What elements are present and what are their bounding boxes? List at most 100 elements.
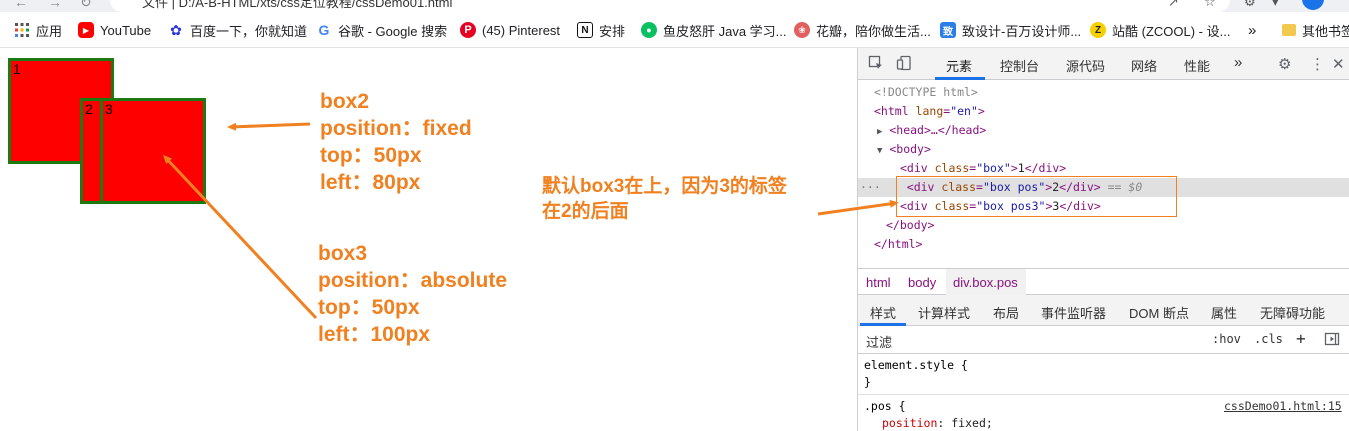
bookmark-apps[interactable]: 应用 <box>14 21 62 39</box>
element-style-selector[interactable]: element.style { <box>864 357 968 374</box>
bookmark-label: 应用 <box>36 23 63 39</box>
bookmark-label: 百度一下，你就知道 <box>190 23 308 39</box>
attr-value: "box" <box>976 161 1011 175</box>
tab-styles[interactable]: 样式 <box>870 303 896 322</box>
bookmark-youtube[interactable]: ▶ YouTube <box>78 21 151 39</box>
tag-text: </body> <box>886 218 935 232</box>
rule-divider <box>858 394 1349 395</box>
inspect-element-icon[interactable] <box>868 55 884 75</box>
tree-line-body-close[interactable]: </body> <box>858 216 1349 235</box>
tree-line-body[interactable]: ▼ <body> <box>858 140 1349 159</box>
more-chevron-icon: » <box>1248 21 1257 39</box>
bookmark-wechat[interactable]: ● 鱼皮怒肝 Java 学习... <box>641 21 787 39</box>
wechat-icon: ● <box>641 22 657 38</box>
bookmarks-bar: 应用 ▶ YouTube ✿ 百度一下，你就知道 G 谷歌 - Google 搜… <box>0 12 1349 48</box>
bookmark-label: 谷歌 - Google 搜索 <box>338 23 448 39</box>
forward-arrow-icon[interactable]: → <box>48 0 62 10</box>
attr-value: "en" <box>950 104 978 118</box>
hov-toggle-button[interactable]: :hov <box>1212 332 1241 346</box>
css-colon: : <box>937 416 952 430</box>
extensions-icon[interactable]: ⚙ <box>1244 0 1256 10</box>
annotation-line: position：absolute <box>318 269 507 292</box>
close-icon[interactable]: ✕ <box>1332 55 1345 73</box>
reload-icon[interactable]: ↻ <box>80 0 92 11</box>
tab-properties[interactable]: 属性 <box>1211 303 1237 322</box>
tab-sources[interactable]: 源代码 <box>1066 56 1105 75</box>
collapse-triangle-icon[interactable]: ▼ <box>877 146 882 156</box>
cls-toggle-button[interactable]: .cls <box>1254 332 1283 346</box>
box-label: 2 <box>85 101 93 117</box>
new-rule-button[interactable]: + <box>1296 329 1306 348</box>
css-value: fixed; <box>951 416 993 430</box>
bookmark-label: YouTube <box>100 22 152 38</box>
notion-icon: N <box>577 22 593 38</box>
devtools-tabbar: 元素 控制台 源代码 网络 性能 » ⚙ ⋮ ✕ <box>858 48 1349 80</box>
pinterest-icon: P <box>460 22 476 38</box>
pos-rule-selector[interactable]: .pos { <box>864 398 906 415</box>
pin-icon[interactable]: ▾ <box>1272 0 1279 10</box>
box-label: 1 <box>13 61 21 77</box>
youtube-icon: ▶ <box>78 22 94 38</box>
bookmark-notion[interactable]: N 安排 <box>577 21 625 39</box>
bookmark-label: (45) Pinterest <box>482 22 561 38</box>
filter-placeholder: 过滤 <box>866 335 893 350</box>
bookmark-pinterest[interactable]: P (45) Pinterest <box>460 21 560 39</box>
share-icon[interactable]: ↗ <box>1168 0 1179 10</box>
bookmark-zcool[interactable]: Z 站酷 (ZCOOL) - 设... <box>1090 21 1230 39</box>
bookmark-label: 其他书签 <box>1302 23 1349 39</box>
star-icon[interactable]: ☆ <box>1204 0 1216 10</box>
toggle-sidebar-icon[interactable] <box>1324 331 1340 350</box>
zcool-icon: Z <box>1090 22 1106 38</box>
tab-accessibility[interactable]: 无障碍功能 <box>1260 303 1325 322</box>
styles-filter-row: 过滤 :hov .cls + <box>858 326 1349 354</box>
attr-name: lang <box>915 104 944 118</box>
address-url[interactable]: 文件 | D:/A-B-HTML/xts/css定位教程/cssDemo01.h… <box>142 0 452 11</box>
breadcrumb-item-html[interactable]: html <box>866 275 891 290</box>
page-viewport: 1 2 3 box2 position：fixed top：50px left：… <box>0 48 857 431</box>
back-arrow-icon[interactable]: ← <box>14 0 28 10</box>
annotation-line: box2 <box>320 90 370 113</box>
tab-layout[interactable]: 布局 <box>993 303 1019 322</box>
bookmark-label: 花瓣，陪你做生活... <box>816 23 931 39</box>
browser-window: ← → ↻ 文件 | D:/A-B-HTML/xts/css定位教程/cssDe… <box>0 0 1349 431</box>
profile-avatar[interactable] <box>1302 0 1324 10</box>
gear-icon[interactable]: ⚙ <box>1278 55 1291 73</box>
tree-line-head[interactable]: ▶ <head>…</head> <box>858 121 1349 140</box>
bookmark-zhisheji[interactable]: 致 致设计-百万设计师... <box>940 21 1081 39</box>
tab-event-listeners[interactable]: 事件监听器 <box>1041 303 1106 322</box>
bookmark-other[interactable]: 其他书签 <box>1282 21 1349 39</box>
ellipsis-icon[interactable]: ··· <box>860 180 881 194</box>
tab-console[interactable]: 控制台 <box>1000 56 1039 75</box>
tab-computed[interactable]: 计算样式 <box>918 303 970 322</box>
tab-dom-breakpoints[interactable]: DOM 断点 <box>1129 303 1189 322</box>
filter-input[interactable]: 过滤 <box>858 326 1200 353</box>
bookmark-label: 鱼皮怒肝 Java 学习... <box>663 23 787 39</box>
annotation-line: left：80px <box>320 171 421 194</box>
tag-text: </html> <box>874 237 923 251</box>
breadcrumb-item-div[interactable]: div.box.pos <box>953 275 1018 290</box>
google-icon: G <box>318 22 330 38</box>
css-declaration[interactable]: position: fixed; <box>882 415 993 431</box>
tree-line-doctype[interactable]: <!DOCTYPE html> <box>858 83 1349 102</box>
more-tabs-button[interactable]: » <box>1234 54 1242 71</box>
breadcrumb-item-body[interactable]: body <box>908 275 936 290</box>
bookmark-huaban[interactable]: ❀ 花瓣，陪你做生活... <box>794 21 931 39</box>
tab-network[interactable]: 网络 <box>1131 56 1157 75</box>
tree-line-html-close[interactable]: </html> <box>858 235 1349 254</box>
tree-line-html[interactable]: <html lang="en"> <box>858 102 1349 121</box>
bookmark-baidu[interactable]: ✿ 百度一下，你就知道 <box>168 21 307 39</box>
bookmark-label: 安排 <box>599 23 626 39</box>
attr-name: class <box>934 161 970 175</box>
tab-performance[interactable]: 性能 <box>1184 56 1210 75</box>
expand-triangle-icon[interactable]: ▶ <box>877 127 882 137</box>
bookmarks-more-button[interactable]: » <box>1248 21 1256 39</box>
tab-elements[interactable]: 元素 <box>946 56 972 75</box>
source-link[interactable]: cssDemo01.html:15 <box>1224 398 1342 415</box>
annotation-line: 默认box3在上，因为3的标签 <box>542 176 787 197</box>
tag-text: <head>…</head> <box>889 123 987 137</box>
bookmark-google[interactable]: G 谷歌 - Google 搜索 <box>316 21 448 39</box>
tag-text: <div <box>900 161 935 175</box>
device-toolbar-icon[interactable] <box>896 55 912 75</box>
kebab-menu-icon[interactable]: ⋮ <box>1310 55 1325 73</box>
apps-grid-icon <box>14 22 30 38</box>
